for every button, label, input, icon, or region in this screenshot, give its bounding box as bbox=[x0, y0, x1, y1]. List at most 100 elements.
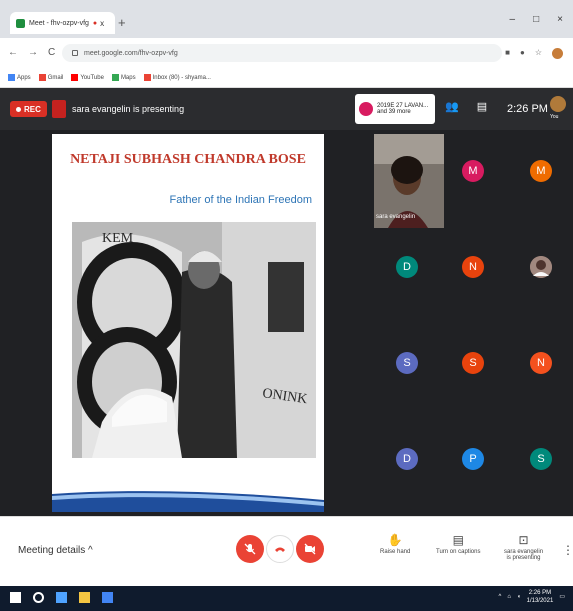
top-icons: 👥 ▤ bbox=[445, 100, 487, 113]
record-dot-icon bbox=[16, 106, 21, 112]
participant-photo-avatar bbox=[530, 256, 552, 278]
reload-button[interactable]: C bbox=[48, 47, 55, 58]
you-avatar bbox=[550, 96, 566, 112]
hang-up-icon bbox=[275, 547, 285, 552]
participant-avatar-circle: D bbox=[396, 448, 418, 470]
clock-time: 2:26 PM bbox=[528, 590, 552, 596]
extension-icons: ■ ● ☆ bbox=[505, 48, 563, 59]
taskbar-icons bbox=[10, 592, 113, 603]
maximize-button[interactable]: □ bbox=[533, 14, 539, 25]
leave-call-button[interactable] bbox=[266, 535, 294, 563]
bookmark-inbox[interactable]: Inbox (80) - shyama... bbox=[143, 74, 211, 81]
participant-tile[interactable]: S bbox=[374, 326, 440, 416]
presenting-button[interactable]: ⊡ sara evangelin is presenting bbox=[504, 533, 543, 561]
chat-icon[interactable]: ▤ bbox=[477, 100, 487, 113]
participant-tile[interactable]: M bbox=[440, 134, 506, 224]
tray-chevron-icon[interactable]: ^ bbox=[499, 593, 502, 601]
meeting-details-label: Meeting details bbox=[18, 545, 86, 556]
you-label: You bbox=[550, 114, 559, 120]
bookmarks-bar: Apps Gmail YouTube Maps Inbox (80) - shy… bbox=[0, 68, 573, 88]
participant-tile[interactable]: P bbox=[440, 422, 506, 512]
participant-tile[interactable]: S bbox=[440, 326, 506, 416]
people-icon[interactable]: 👥 bbox=[445, 100, 459, 113]
bookmark-youtube[interactable]: YouTube bbox=[71, 74, 104, 81]
presenting-text: sara evangelin is presenting bbox=[72, 104, 185, 114]
back-button[interactable]: ← bbox=[8, 47, 18, 58]
more-options-icon[interactable]: ⋮ bbox=[562, 543, 573, 557]
camera-off-icon bbox=[304, 543, 316, 555]
participant-tile[interactable]: D bbox=[374, 422, 440, 512]
bookmark-gmail[interactable]: Gmail bbox=[38, 74, 64, 81]
new-tab-button[interactable]: + bbox=[118, 15, 126, 30]
participant-tile[interactable]: D bbox=[374, 230, 440, 320]
bookmark-label: YouTube bbox=[80, 74, 104, 81]
presenter-avatar bbox=[52, 100, 66, 118]
mic-toggle-button[interactable] bbox=[236, 535, 264, 563]
close-window-button[interactable]: × bbox=[557, 14, 563, 25]
windows-start-icon[interactable] bbox=[10, 592, 21, 603]
participant-avatar-circle: M bbox=[462, 160, 484, 182]
camera-icon[interactable]: ■ bbox=[505, 48, 510, 59]
camera-toggle-button[interactable] bbox=[296, 535, 324, 563]
file-explorer-icon[interactable] bbox=[79, 592, 90, 603]
profile-avatar[interactable] bbox=[552, 48, 563, 59]
participant-tile[interactable] bbox=[508, 230, 573, 320]
system-tray: ^ ⌂ ◖ 2:26 PM 1/13/2021 ▭ bbox=[499, 589, 565, 605]
chevron-up-icon: ^ bbox=[88, 545, 93, 556]
star-icon[interactable]: ☆ bbox=[535, 48, 542, 59]
participants-summary[interactable]: 2019E 27 LAVAN... and 39 more bbox=[355, 94, 435, 124]
presenter-info: sara evangelin is presenting bbox=[52, 100, 184, 118]
bookmark-apps[interactable]: Apps bbox=[8, 74, 31, 81]
minimize-button[interactable]: – bbox=[510, 14, 516, 25]
search-icon[interactable] bbox=[33, 592, 44, 603]
gmail-icon bbox=[38, 74, 46, 81]
participant-avatar-circle: S bbox=[462, 352, 484, 374]
os-taskbar: ^ ⌂ ◖ 2:26 PM 1/13/2021 ▭ bbox=[0, 586, 573, 611]
participant-avatar-circle: N bbox=[462, 256, 484, 278]
participant-photo-icon bbox=[530, 256, 552, 278]
slide-title: NETAJI SUBHASH CHANDRA BOSE bbox=[70, 152, 306, 167]
meet-favicon-icon bbox=[16, 18, 25, 28]
meeting-details-button[interactable]: Meeting details ^ bbox=[18, 545, 93, 556]
notifications-icon[interactable]: ▭ bbox=[559, 593, 565, 601]
participant-tile[interactable]: N bbox=[440, 230, 506, 320]
self-video-caption: sara evangelin bbox=[376, 214, 416, 220]
participant-avatar-circle: M bbox=[530, 160, 552, 182]
network-icon[interactable]: ⌂ bbox=[507, 593, 511, 601]
extension-icon[interactable]: ● bbox=[520, 48, 525, 59]
meet-stage: REC sara evangelin is presenting 2019E 2… bbox=[0, 88, 573, 516]
volume-icon[interactable]: ◖ bbox=[517, 593, 521, 601]
nav-buttons: ← → C bbox=[8, 47, 55, 58]
forward-button[interactable]: → bbox=[28, 47, 38, 58]
close-tab-icon[interactable]: x bbox=[100, 19, 104, 28]
task-view-icon[interactable] bbox=[56, 592, 67, 603]
self-avatar: You bbox=[550, 96, 568, 124]
bookmark-maps[interactable]: Maps bbox=[111, 74, 136, 81]
url-field[interactable]: meet.google.com/fhv-ozpv-vfg bbox=[62, 44, 502, 62]
participant-tile[interactable]: N bbox=[508, 326, 573, 416]
browser-tab[interactable]: Meet - fhv-ozpv-vfg ● x bbox=[10, 12, 115, 34]
rec-label: REC bbox=[24, 104, 41, 114]
slide-photo: KEM ONINK bbox=[72, 222, 316, 458]
bookmark-label: Maps bbox=[120, 74, 136, 81]
hand-icon: ✋ bbox=[387, 533, 403, 547]
chrome-icon[interactable] bbox=[102, 592, 113, 603]
participant-avatar-circle: S bbox=[396, 352, 418, 374]
tab-title: Meet - fhv-ozpv-vfg bbox=[29, 19, 89, 27]
raise-hand-button[interactable]: ✋ Raise hand bbox=[380, 533, 410, 555]
bookmark-label: Gmail bbox=[47, 74, 64, 81]
youtube-icon bbox=[71, 74, 79, 81]
captions-button[interactable]: ▤ Turn on captions bbox=[436, 533, 480, 555]
participant-tile[interactable]: S bbox=[508, 422, 573, 512]
self-video-tile[interactable]: sara evangelin bbox=[374, 134, 444, 228]
clock[interactable]: 2:26 PM 1/13/2021 bbox=[527, 589, 554, 605]
participants-text: 2019E 27 LAVAN... and 39 more bbox=[377, 103, 428, 115]
participant-tile[interactable]: M bbox=[508, 134, 573, 224]
window-controls: – □ × bbox=[510, 14, 563, 25]
slide-footer-decoration bbox=[52, 491, 324, 512]
photo-illustration: KEM ONINK bbox=[72, 222, 316, 458]
participant-grid: sara evangelin M M D N S S N D P S bbox=[374, 134, 573, 516]
captions-label: Turn on captions bbox=[436, 549, 481, 555]
participant-avatar-circle: S bbox=[530, 448, 552, 470]
raise-hand-label: Raise hand bbox=[380, 549, 411, 555]
